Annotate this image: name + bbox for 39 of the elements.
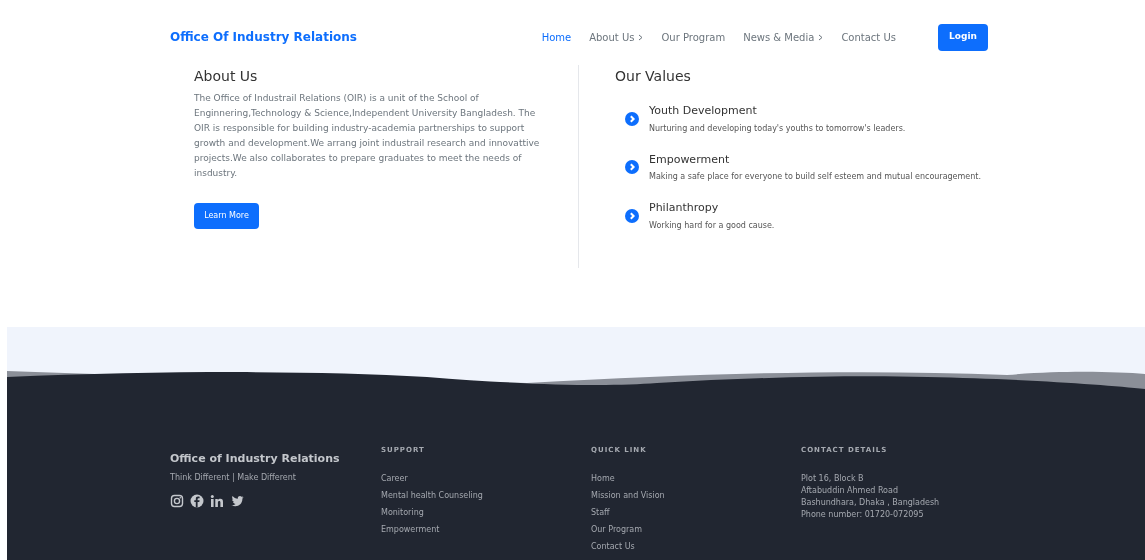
contact-line: Aftabuddin Ahmed Road [801, 484, 899, 496]
linkedin-icon[interactable] [210, 493, 224, 508]
value-title: Empowerment [649, 151, 731, 168]
nav-link[interactable]: News & Media [743, 29, 824, 45]
value-title: Youth Development [649, 103, 758, 119]
footer-tagline: Think Different | Make Different [170, 471, 297, 484]
nav-link[interactable]: About Us [589, 29, 644, 45]
footer-link[interactable]: Monitoring [381, 506, 591, 518]
login-button[interactable]: Login [938, 23, 988, 51]
learn-more-button[interactable]: Learn More [194, 203, 259, 229]
value-description: Nurturing and developing today's youths to tomorrow's leaders. [649, 122, 906, 135]
footer-title: Office of Industry Relations [170, 451, 341, 467]
nav-link[interactable]: Our Program [661, 29, 726, 45]
contact-line: Plot 16, Block B [801, 472, 865, 484]
instagram-icon[interactable] [170, 493, 184, 508]
footer-link[interactable]: Mental health Counseling [381, 489, 591, 501]
about-paragraph: The Office of Industrail Relations (OIR) is a unit of the School of Enginnering,Technology & Science,Independent University Bangladesh. The OIR is responsible for building industry-academia partnerships to support growth and development.We arrang joint industrail research and innovattive projects.We also collaborates to prepare graduates to meet the needs of insdustry. [194, 92, 541, 180]
chevron-circle-icon [625, 208, 639, 223]
footer-link[interactable]: Staff [591, 506, 801, 518]
footer-link[interactable]: Our Program [591, 523, 801, 535]
value-title: Philanthropy [649, 200, 720, 216]
contact-line: Bashundhara, Dhaka , Bangladesh [801, 496, 941, 508]
facebook-icon[interactable] [190, 493, 204, 508]
value-description: Making a safe place for everyone to build self esteem and mutual encouragement. [649, 171, 981, 183]
value-description: Working hard for a good cause. [649, 219, 775, 232]
nav-link[interactable]: Contact Us [841, 29, 896, 45]
chevron-circle-icon [625, 160, 639, 175]
footer-link[interactable]: Contact Us [591, 540, 801, 552]
footer-link[interactable]: Mission and Vision [591, 489, 801, 501]
section-heading: About Us [194, 67, 259, 86]
bird-icon[interactable] [230, 493, 244, 508]
chevron-circle-icon [625, 111, 639, 126]
footer-link[interactable]: Career [381, 472, 591, 484]
footer-link[interactable]: Home [591, 472, 801, 484]
section-heading: Our Values [615, 67, 692, 86]
nav-link[interactable]: Home [541, 29, 572, 45]
brand-link[interactable]: Office Of Industry Relations [170, 28, 357, 46]
contact-line: Phone number: 01720-072095 [801, 508, 925, 520]
footer-link[interactable]: Empowerment [381, 523, 591, 535]
